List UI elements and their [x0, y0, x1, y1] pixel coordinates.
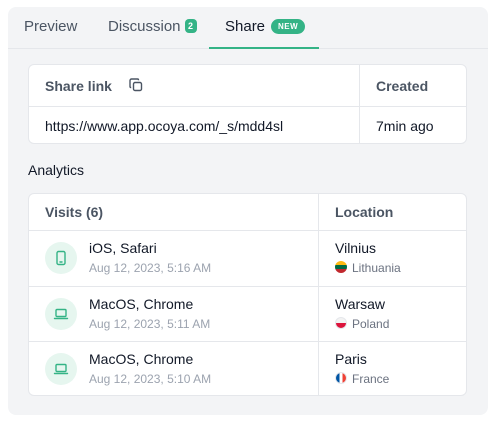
- city-name: Warsaw: [335, 296, 386, 312]
- copy-icon[interactable]: [129, 78, 143, 92]
- device-name: MacOS, Chrome: [89, 351, 194, 367]
- location-header: Location: [335, 204, 394, 220]
- laptop-icon: [53, 308, 69, 320]
- created-value: 7min ago: [376, 118, 434, 134]
- device-name: iOS, Safari: [89, 240, 157, 256]
- share-link-header: Share link: [45, 78, 112, 94]
- country-name: France: [352, 372, 390, 386]
- device-icon-badge: [45, 298, 77, 330]
- created-header: Created: [376, 78, 429, 94]
- row-divider: [29, 106, 466, 107]
- visits-table: Visits (6) Location iOS, Safari Aug 12, …: [28, 193, 467, 396]
- poland-flag-icon: [335, 317, 347, 329]
- france-flag-icon: [335, 372, 347, 384]
- visit-datetime: Aug 12, 2023, 5:10 AM: [89, 372, 212, 386]
- row-divider: [29, 341, 466, 342]
- visits-header: Visits (6): [45, 204, 104, 220]
- visit-datetime: Aug 12, 2023, 5:11 AM: [89, 317, 211, 331]
- new-badge: NEW: [271, 19, 306, 34]
- tab-discussion[interactable]: Discussion 2: [108, 7, 197, 49]
- laptop-icon: [53, 363, 69, 375]
- tab-discussion-label: Discussion: [108, 18, 181, 35]
- device-icon-badge: [45, 242, 77, 274]
- share-link-url[interactable]: https://www.app.ocoya.com/_s/mdd4sl: [45, 118, 283, 134]
- column-divider: [359, 65, 360, 143]
- visit-datetime: Aug 12, 2023, 5:16 AM: [89, 261, 212, 275]
- header-divider: [29, 230, 466, 231]
- tab-preview-label: Preview: [24, 18, 78, 35]
- city-name: Paris: [335, 351, 367, 367]
- lithuania-flag-icon: [335, 261, 347, 273]
- device-name: MacOS, Chrome: [89, 296, 194, 312]
- country: Poland: [335, 317, 389, 331]
- share-link-table: Share link Created https://www.app.ocoya…: [28, 64, 467, 144]
- tab-share-label: Share: [225, 18, 266, 35]
- column-divider: [318, 194, 319, 395]
- tab-share[interactable]: Share NEW: [209, 7, 319, 49]
- analytics-title: Analytics: [28, 162, 85, 178]
- device-icon-badge: [45, 353, 77, 385]
- share-panel: Preview Discussion 2 Share NEW Share link …: [8, 7, 488, 415]
- discussion-count-badge: 2: [184, 19, 197, 33]
- row-divider: [29, 286, 466, 287]
- country: Lithuania: [335, 261, 401, 275]
- smartphone-icon: [56, 250, 66, 266]
- city-name: Vilnius: [335, 240, 376, 256]
- tab-preview[interactable]: Preview: [24, 7, 77, 49]
- country-name: Lithuania: [352, 261, 401, 275]
- country-name: Poland: [352, 317, 390, 331]
- country: France: [335, 372, 389, 386]
- tab-bar: Preview Discussion 2 Share NEW: [8, 7, 488, 49]
